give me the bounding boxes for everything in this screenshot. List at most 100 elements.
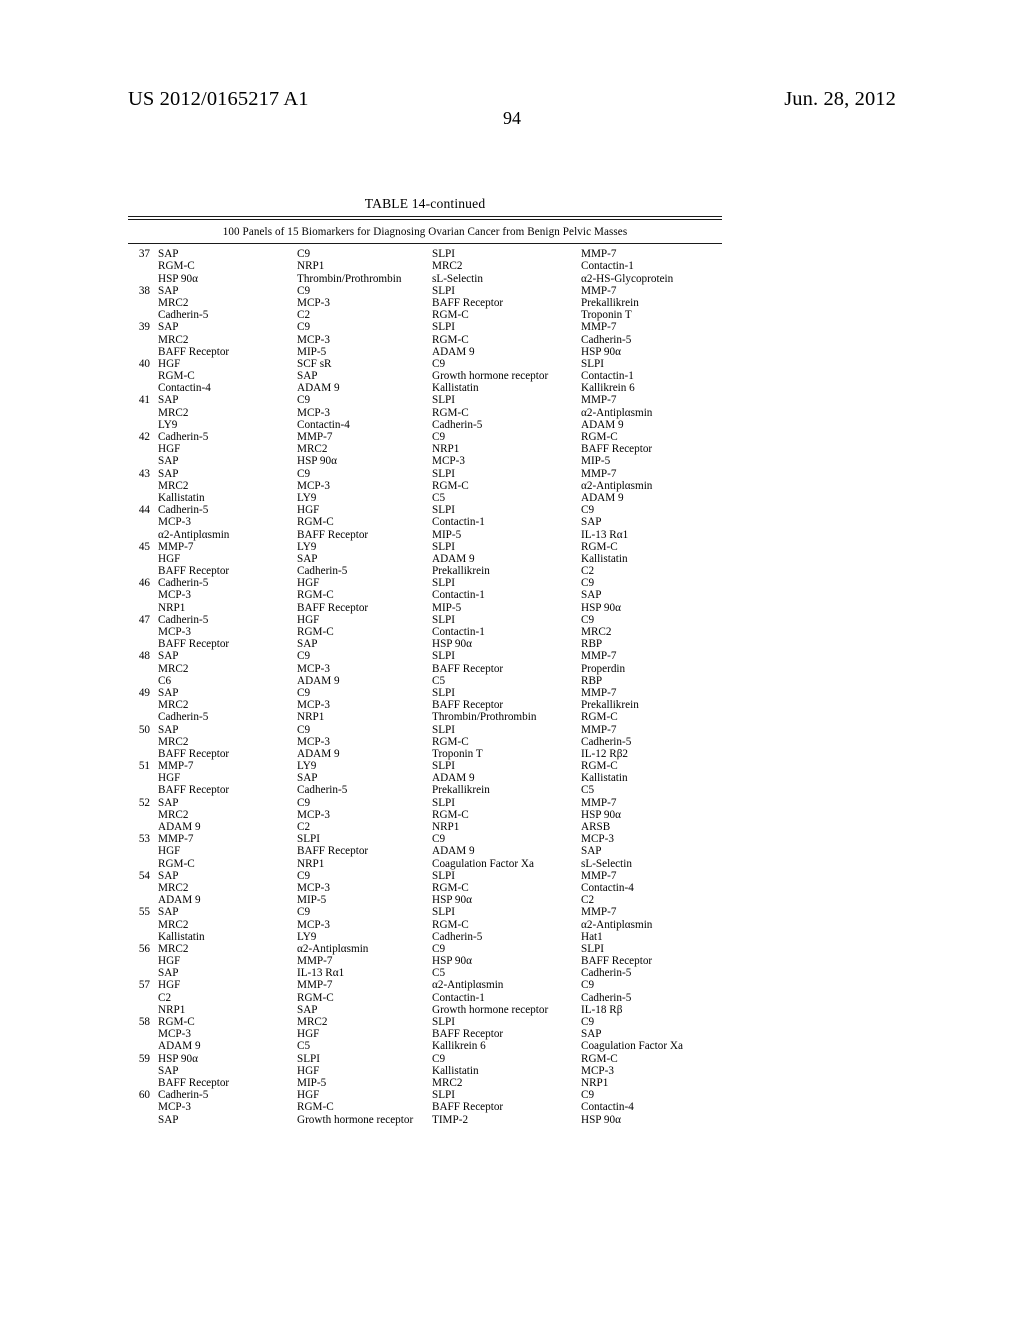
table-row: BAFF Receptor Cadherin-5 Prekallikrein C2 (128, 565, 722, 577)
biomarker-cell: Contactin-1 (581, 260, 634, 273)
biomarker-cell: MRC2 (158, 881, 189, 894)
biomarker-cell: C6 (158, 674, 172, 687)
biomarker-cell: Hat1 (581, 930, 603, 943)
biomarker-cell: Coagulation Factor Xa (432, 857, 534, 870)
biomarker-cell: ADAM 9 (432, 345, 475, 358)
table-row: Kallistatin LY9 Cadherin-5 Hat1 (128, 931, 722, 943)
biomarker-cell: SAP (158, 796, 179, 809)
biomarker-cell: Prekallikrein (432, 784, 490, 797)
table-row: MRC2 MCP-3 RGM-C α2-Antiplαsmin (128, 407, 722, 419)
table-row: MCP-3 RGM-C Contactin-1 SAP (128, 589, 722, 601)
panel-index: 47 (138, 613, 150, 626)
biomarker-cell: RBP (581, 674, 603, 687)
table-row: C2 RGM-C Contactin-1 Cadherin-5 (128, 992, 722, 1004)
biomarker-cell: BAFF Receptor (581, 955, 653, 968)
biomarker-cell: RGM-C (158, 1016, 195, 1028)
biomarker-cell: MCP-3 (158, 626, 191, 638)
table-row: ADAM 9 C5 Kallikrein 6 Coagulation Factor X… (128, 1040, 722, 1052)
biomarker-cell: MCP-3 (297, 808, 330, 821)
table-row: 41 SAP C9 SLPI MMP-7 (128, 394, 722, 406)
biomarker-cell: SAP (158, 1113, 179, 1126)
biomarker-cell: Prekallikrein (432, 565, 490, 578)
biomarker-cell: MMP-7 (581, 394, 617, 407)
table-row: HGF SAP ADAM 9 Kallistatin (128, 553, 722, 565)
biomarker-cell: Contactin-1 (432, 516, 485, 529)
biomarker-cell: SLPI (432, 906, 456, 919)
biomarker-cell: HGF (297, 504, 320, 517)
biomarker-cell: SLPI (432, 394, 456, 407)
biomarker-cell: SLPI (432, 760, 456, 773)
panel-group: 54 SAP C9 SLPI MMP-7 MRC2 MCP-3 RGM-C Contactin-… (128, 870, 722, 907)
biomarker-cell: SAP (158, 686, 179, 699)
panel-group: 47 Cadherin-5 HGF SLPI C9 MCP-3 RGM-C Contactin… (128, 614, 722, 651)
biomarker-cell: SAP (297, 552, 318, 565)
biomarker-cell: Contactin-4 (581, 881, 634, 894)
biomarker-cell: ADAM 9 (432, 845, 475, 858)
biomarker-cell: MCP-3 (297, 296, 330, 309)
biomarker-cell: BAFF Receptor (432, 662, 504, 675)
biomarker-cell: SLPI (581, 942, 605, 955)
biomarker-cell: Cadherin-5 (158, 711, 209, 724)
biomarker-cell: SLPI (297, 833, 321, 846)
biomarker-cell: C5 (432, 967, 446, 980)
table-row: 52 SAP C9 SLPI MMP-7 (128, 797, 722, 809)
biomarker-cell: Prekallikrein (581, 296, 639, 309)
table-row: 51 MMP-7 LY9 SLPI RGM-C (128, 760, 722, 772)
biomarker-cell: SLPI (432, 284, 456, 297)
biomarker-cell: SLPI (432, 796, 456, 809)
biomarker-cell: RGM-C (432, 479, 469, 492)
panel-group: 57 HGF MMP-7 α2-Antiplαsmin C9 C2 RGM-C Contact… (128, 979, 722, 1016)
biomarker-cell: HGF (297, 1089, 320, 1102)
biomarker-cell: MMP-7 (297, 431, 333, 443)
panel-group: 52 SAP C9 SLPI MMP-7 MRC2 MCP-3 RGM-C HSP 90α ADA… (128, 797, 722, 834)
biomarker-cell: Coagulation Factor Xa (581, 1040, 683, 1053)
biomarker-cell: MRC2 (158, 942, 189, 955)
biomarker-cell: SLPI (432, 467, 456, 480)
biomarker-cell: ADAM 9 (158, 821, 201, 833)
biomarker-cell: Cadherin-5 (158, 577, 209, 590)
biomarker-cell: Cadherin-5 (297, 784, 348, 797)
table-row: RGM-C SAP Growth hormone receptor Contactin… (128, 370, 722, 382)
biomarker-cell: MCP-3 (297, 662, 330, 675)
biomarker-cell: SLPI (432, 686, 456, 699)
biomarker-cell: HGF (297, 1064, 320, 1077)
panel-index: 37 (138, 248, 150, 261)
panel-group: 53 MMP-7 SLPI C9 MCP-3 HGF BAFF Receptor ADAM 9… (128, 833, 722, 870)
biomarker-cell: C9 (581, 979, 595, 992)
biomarker-cell: SAP (158, 1064, 179, 1077)
biomarker-cell: RGM-C (581, 540, 618, 553)
biomarker-cell: RGM-C (432, 309, 469, 322)
biomarker-cell: BAFF Receptor (432, 1101, 504, 1114)
panel-index: 57 (138, 979, 150, 992)
biomarker-cell: NRP1 (158, 1003, 186, 1016)
biomarker-cell: Cadherin-5 (158, 613, 209, 626)
biomarker-cell: MCP-3 (158, 1028, 191, 1041)
table-row: 45 MMP-7 LY9 SLPI RGM-C (128, 541, 722, 553)
biomarker-cell: α2-Antiplαsmin (581, 406, 653, 419)
table-row: 38 SAP C9 SLPI MMP-7 (128, 285, 722, 297)
biomarker-cell: MRC2 (158, 479, 189, 492)
biomarker-cell: C9 (581, 613, 595, 626)
table-row: 47 Cadherin-5 HGF SLPI C9 (128, 614, 722, 626)
table-row: BAFF Receptor MIP-5 MRC2 NRP1 (128, 1077, 722, 1089)
table-row: 60 Cadherin-5 HGF SLPI C9 (128, 1089, 722, 1101)
panel-index: 43 (138, 467, 150, 480)
biomarker-cell: C2 (581, 894, 595, 907)
biomarker-cell: ADAM 9 (581, 491, 624, 504)
biomarker-cell: Cadherin-5 (581, 735, 632, 748)
biomarker-cell: C9 (297, 467, 311, 480)
biomarker-cell: α2-Antiplαsmin (581, 918, 653, 931)
panel-index: 59 (138, 1052, 150, 1065)
panel-group: 50 SAP C9 SLPI MMP-7 MRC2 MCP-3 RGM-C Cadherin-5… (128, 724, 722, 761)
biomarker-cell: NRP1 (297, 260, 325, 273)
biomarker-cell: HSP 90α (581, 808, 621, 821)
biomarker-cell: ARSB (581, 821, 611, 833)
panel-group: 39 SAP C9 SLPI MMP-7 MRC2 MCP-3 RGM-C Cadherin-5… (128, 321, 722, 358)
biomarker-cell: Kallistatin (432, 382, 479, 395)
table-row: 55 SAP C9 SLPI MMP-7 (128, 906, 722, 918)
biomarker-cell: SAP (158, 906, 179, 919)
biomarker-cell: MMP-7 (581, 723, 617, 736)
biomarker-cell: C9 (581, 504, 595, 517)
biomarker-cell: C5 (297, 1040, 311, 1053)
table-row: HGF SAP ADAM 9 Kallistatin (128, 772, 722, 784)
